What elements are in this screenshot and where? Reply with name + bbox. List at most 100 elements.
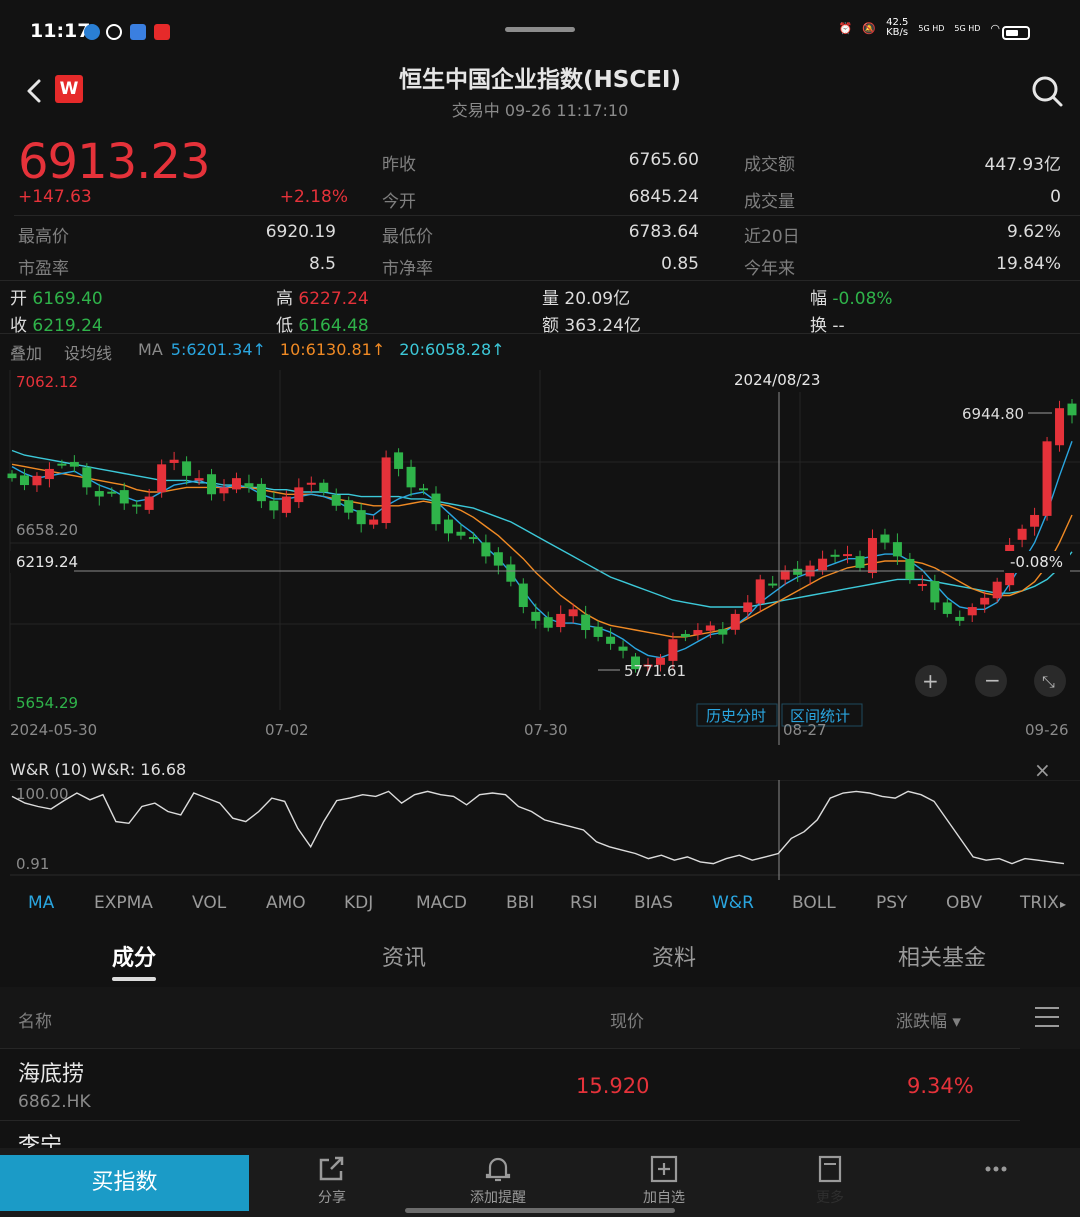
tab-constituents[interactable]: 成分	[112, 940, 156, 972]
status-bar: 11:17 ⏰ 🔕 42.5 KB/s 5G HD 5G HD ◠	[0, 0, 1080, 60]
candle-body	[44, 468, 54, 480]
overlay-button[interactable]: 叠加	[10, 340, 42, 364]
wr-title: W&R (10)	[10, 760, 88, 779]
ma10-value: 10:6130.81↑	[279, 340, 386, 359]
list-item[interactable]: 李宁	[0, 1122, 1020, 1148]
tab-profile[interactable]: 资料	[652, 940, 696, 972]
candle-body	[157, 464, 167, 493]
indicator-tab-kdj[interactable]: KDJ	[344, 893, 373, 913]
candle-body	[107, 491, 117, 494]
quote-label-open: 今开	[382, 192, 416, 212]
col-price[interactable]: 现价	[610, 1007, 644, 1032]
page-title: 恒生中国企业指数(HSCEI)	[399, 67, 681, 93]
candle-body	[992, 581, 1002, 599]
buy-index-button[interactable]: 买指数	[0, 1155, 249, 1211]
col-name: 名称	[18, 1012, 52, 1032]
candle-body	[768, 583, 778, 586]
indicator-tab-psy[interactable]: PSY	[876, 893, 907, 913]
indicator-tab-amo[interactable]: AMO	[266, 893, 306, 913]
quote-value-turnover: 447.93亿	[984, 155, 1061, 175]
search-icon[interactable]	[1030, 74, 1064, 108]
tab-news[interactable]: 资讯	[382, 940, 426, 972]
kline-chart[interactable]: 7062.12 5654.29 6658.20 6219.24 2024/08/…	[0, 365, 1080, 745]
candle-body	[581, 614, 591, 631]
candle-body	[281, 496, 291, 513]
signal-2: 5G HD	[954, 23, 981, 33]
candle-body	[1055, 408, 1065, 446]
indicator-tab-macd[interactable]: MACD	[416, 893, 467, 913]
candle-body	[593, 626, 603, 637]
candle-body	[256, 483, 266, 502]
tab-underline	[112, 977, 156, 981]
document-icon	[818, 1155, 842, 1183]
indicator-tab-boll[interactable]: BOLL	[792, 893, 836, 913]
low-marker-label: 5771.61	[624, 662, 686, 680]
set-ma-button[interactable]: 设均线	[64, 340, 112, 364]
candle-body	[69, 462, 79, 467]
wr-y-top: 100.00	[16, 785, 69, 803]
candle-body	[955, 616, 965, 621]
divider	[0, 1048, 1020, 1049]
candle-body	[419, 488, 429, 491]
divider	[0, 1120, 1020, 1121]
wr-close-icon[interactable]: ×	[1034, 758, 1051, 782]
x-label-4: 09-26	[1025, 721, 1069, 739]
wr-chart: 100.00 0.91	[10, 780, 1080, 880]
ma5-value: 5:6201.34↑	[170, 340, 266, 359]
candle-body	[880, 534, 890, 543]
quote-label-pb: 市净率	[382, 259, 433, 279]
indicator-tab-ma[interactable]: MA	[28, 893, 54, 913]
overflow-button[interactable]	[946, 1155, 1046, 1187]
indicator-tab-trix[interactable]: TRIX	[1020, 893, 1059, 913]
candle-body	[518, 583, 528, 608]
candle-volume: 量 20.09亿	[542, 284, 630, 309]
share-button[interactable]: 分享	[282, 1155, 382, 1207]
candle-body	[94, 491, 104, 497]
y-mid-label: 6658.20	[16, 521, 78, 539]
candle-body	[344, 500, 354, 513]
candle-body	[244, 483, 254, 488]
indicator-tab-expma[interactable]: EXPMA	[94, 893, 153, 913]
candle-body	[319, 482, 329, 492]
candle-body	[718, 629, 728, 635]
candle-body	[543, 617, 553, 628]
menu-icon[interactable]	[1034, 1005, 1060, 1029]
candle-open: 开 6169.40	[10, 284, 103, 309]
indicator-tab-bbi[interactable]: BBI	[506, 893, 534, 913]
candle-body	[1042, 441, 1052, 516]
indicator-tab-obv[interactable]: OBV	[946, 893, 982, 913]
list-item[interactable]: 海底捞 6862.HK 15.920 9.34%	[0, 1050, 1020, 1120]
more-button[interactable]: 更多	[780, 1155, 880, 1207]
indicator-tab-rsi[interactable]: RSI	[570, 893, 598, 913]
candle-body	[1017, 528, 1027, 540]
high-marker-label: 6944.80	[962, 405, 1024, 423]
tab-related-funds[interactable]: 相关基金	[898, 940, 986, 972]
home-indicator[interactable]	[405, 1208, 675, 1213]
candle-body	[381, 457, 391, 524]
drag-handle[interactable]	[505, 27, 575, 32]
candle-volume-value: 20.09亿	[564, 289, 631, 309]
candle-amplitude: 幅 -0.08%	[810, 284, 893, 309]
indicator-tab-vol[interactable]: VOL	[192, 893, 226, 913]
candle-body	[917, 584, 927, 587]
indicator-tab-bias[interactable]: BIAS	[634, 893, 673, 913]
candle-body	[967, 607, 977, 616]
candle-body	[7, 473, 17, 479]
quote-label-high: 最高价	[18, 227, 69, 247]
wifi-icon: ◠	[990, 21, 1000, 35]
indicator-tab-wr[interactable]: W&R	[712, 893, 754, 913]
candle-body	[356, 510, 366, 525]
col-change[interactable]: 涨跌幅 ▾	[896, 1007, 961, 1032]
candle-body	[443, 519, 453, 534]
add-watchlist-button[interactable]: 加自选	[614, 1155, 714, 1207]
ma5-line	[11, 441, 1073, 659]
candle-body	[369, 519, 379, 525]
x-label-1: 07-02	[265, 721, 309, 739]
add-alert-button[interactable]: 添加提醒	[448, 1155, 548, 1207]
candle-body	[207, 474, 217, 495]
candle-body	[169, 459, 179, 463]
net-speed: 42.5 KB/s	[886, 17, 909, 38]
candle-body	[119, 490, 129, 504]
quote-value-ytd: 19.84%	[996, 254, 1061, 274]
scroll-right-icon[interactable]: ▸	[1060, 897, 1066, 911]
